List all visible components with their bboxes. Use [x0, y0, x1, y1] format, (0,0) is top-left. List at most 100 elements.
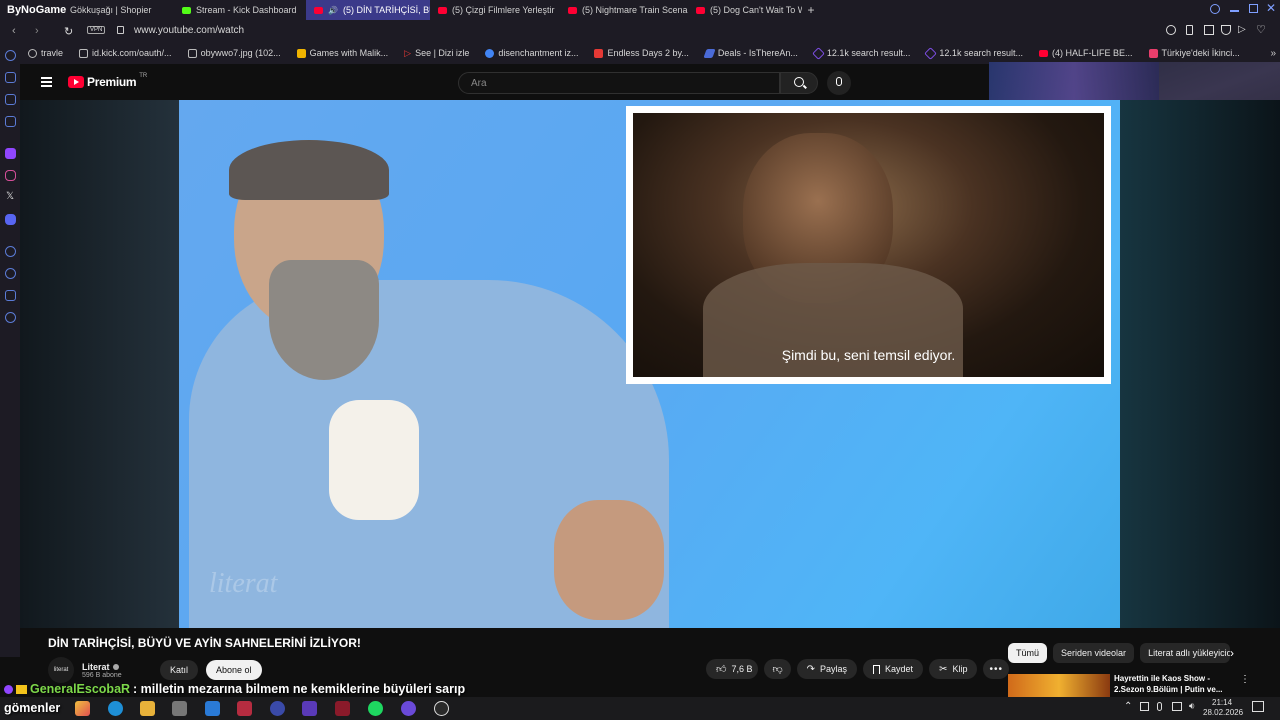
tray-icon-1[interactable]: [1140, 702, 1149, 711]
twitch-icon[interactable]: [5, 148, 16, 159]
chips-next-icon[interactable]: ›: [1230, 646, 1234, 660]
reload-icon[interactable]: ↻: [64, 25, 73, 38]
sidebar-icon-3[interactable]: [5, 94, 16, 105]
bookmark-label: 12.1k search result...: [939, 48, 1023, 58]
new-tab-button[interactable]: +: [802, 3, 820, 17]
video-title: DİN TARİHÇİSİ, BÜYÜ VE AYİN SAHNELERİNİ …: [48, 636, 361, 650]
recommendation-menu-icon[interactable]: ⋮: [1240, 674, 1250, 685]
video-frame: literat Şimdi bu, seni temsil ediyor.: [179, 100, 1120, 628]
save-button[interactable]: Kaydet: [863, 659, 924, 679]
zoom-icon[interactable]: [1166, 25, 1176, 35]
bookmark-games-malik[interactable]: Games with Malik...: [289, 48, 397, 58]
mic-tray-icon[interactable]: [1157, 702, 1162, 711]
shield-icon[interactable]: [1221, 25, 1231, 35]
bookmark-half-life[interactable]: (4) HALF-LIFE BE...: [1031, 48, 1141, 58]
save-label: Kaydet: [885, 664, 914, 674]
bookmark-travle[interactable]: travle: [20, 48, 71, 58]
history-icon[interactable]: [5, 268, 16, 279]
youtube-icon: [1038, 49, 1048, 57]
minimize-button[interactable]: [1230, 10, 1239, 12]
video-player[interactable]: literat Şimdi bu, seni temsil ediyor.: [20, 100, 1280, 628]
volume-icon[interactable]: 🔉︎: [1189, 701, 1195, 712]
close-window-button[interactable]: ✕: [1266, 1, 1276, 15]
chip-uploader[interactable]: Literat adlı yükleyicid: [1140, 643, 1231, 663]
bookmark-dizi-izle[interactable]: ▷ See | Dizi izle: [396, 48, 477, 59]
thumbs-down-icon: 👎︎: [772, 664, 783, 675]
bookmark-disenchantment[interactable]: disenchantment iz...: [477, 48, 586, 58]
subscribe-button[interactable]: Abone ol: [206, 660, 262, 680]
clock-date[interactable]: 28.02.2026: [1203, 708, 1243, 717]
chip-all[interactable]: Tümü: [1008, 643, 1048, 663]
recommendation-chips: Tümü Seriden videolar Literat adlı yükle…: [1008, 643, 1231, 663]
like-button[interactable]: 👍︎ 7,6 B: [706, 659, 759, 679]
browser-sidebar: 𝕏: [0, 42, 20, 657]
video-actions: 👍︎ 7,6 B 👎︎ ↷ Paylaş Kaydet ✂ Klip •••: [706, 659, 1009, 679]
youtube-icon: [314, 6, 323, 14]
notification-icon[interactable]: [1252, 701, 1264, 712]
feather-icon: [703, 48, 716, 58]
tray-chevron-icon[interactable]: ⌃: [1124, 701, 1132, 712]
heart-icon[interactable]: ♡: [1256, 23, 1266, 36]
tab-youtube-nightmare-train[interactable]: (5) Nightmare Train Scena: [560, 0, 688, 20]
search-button[interactable]: [780, 72, 818, 94]
menu-icon[interactable]: [41, 77, 52, 87]
bookmark-search-results-1[interactable]: 12.1k search result...: [806, 46, 919, 60]
download-icon[interactable]: ▷: [1238, 24, 1246, 35]
search-input[interactable]: Ara: [458, 72, 780, 94]
bookmark-kick-oauth[interactable]: id.kick.com/oauth/...: [71, 48, 180, 58]
discord-icon[interactable]: [5, 214, 16, 225]
bookmark-search-results-2[interactable]: 12.1k search result...: [918, 46, 1031, 60]
tab-label: (5) DİN TARİHÇİSİ, BÜ: [342, 5, 430, 15]
vpn-badge[interactable]: VPN: [87, 26, 106, 34]
clock-time[interactable]: 21:14: [1212, 698, 1232, 707]
tab-youtube-cartoons[interactable]: (5) Çizgi Filmlere Yerleştir: [430, 0, 560, 20]
recommendation-item[interactable]: Hayrettin ile Kaos Show - 2.Sezon 9.Bölü…: [1008, 674, 1270, 697]
tab-youtube-dog[interactable]: (5) Dog Can't Wait To Wak: [688, 0, 802, 20]
bookmark-turkiye[interactable]: Türkiye'deki İkinci...: [1141, 48, 1248, 58]
tab-shopier[interactable]: Gökkuşağı | Shopier: [70, 0, 174, 20]
instagram-icon[interactable]: [5, 170, 16, 181]
chip-series[interactable]: Seriden videolar: [1053, 643, 1135, 663]
bookmark-label: travle: [41, 48, 64, 58]
bookmark-image[interactable]: obywwo7.jpg (102...: [180, 48, 289, 58]
back-icon[interactable]: ‹: [12, 25, 16, 37]
sidebar-icon-2[interactable]: [5, 72, 16, 83]
dislike-button[interactable]: 👎︎: [764, 659, 791, 679]
video-subtitle: Şimdi bu, seni temsil ediyor.: [781, 347, 956, 363]
pin-icon[interactable]: [1186, 25, 1193, 35]
bookmarks-overflow-icon[interactable]: »: [1270, 48, 1276, 59]
triangle-icon: [924, 46, 938, 60]
screenshot-icon[interactable]: [1204, 25, 1214, 35]
browser-search-icon[interactable]: [1210, 4, 1220, 14]
sidebar-icon-9[interactable]: [5, 246, 16, 257]
x-icon[interactable]: 𝕏: [6, 191, 14, 202]
more-icon: •••: [989, 663, 1003, 675]
join-button[interactable]: Katıl: [160, 660, 199, 680]
youtube-logo[interactable]: Premium TR: [68, 73, 147, 89]
badge-icon: [4, 685, 13, 694]
speaker-icon: 🔊: [328, 5, 338, 15]
url-field[interactable]: www.youtube.com/watch: [134, 25, 244, 36]
channel-name[interactable]: Literat: [82, 662, 152, 672]
more-actions-button[interactable]: •••: [983, 659, 1009, 679]
sidebar-icon-4[interactable]: [5, 116, 16, 127]
sidebar-icon-11[interactable]: [5, 290, 16, 301]
bookmark-endless-days[interactable]: Endless Days 2 by...: [586, 48, 696, 58]
clip-button[interactable]: ✂ Klip: [929, 659, 978, 679]
voice-search-button[interactable]: [827, 71, 851, 95]
forward-icon[interactable]: ›: [35, 25, 39, 37]
sidebar-icon-1[interactable]: [5, 50, 16, 61]
tab-kick-dashboard[interactable]: Stream - Kick Dashboard: [174, 0, 306, 20]
play-icon: ▷: [404, 47, 412, 58]
share-button[interactable]: ↷ Paylaş: [796, 659, 858, 679]
crown-icon: [16, 685, 27, 694]
bookmark-deals[interactable]: Deals - IsThereAn...: [697, 48, 806, 58]
youtube-icon: [568, 6, 577, 14]
settings-icon[interactable]: [5, 312, 16, 323]
tab-youtube-active[interactable]: 🔊 (5) DİN TARİHÇİSİ, BÜ: [306, 0, 430, 20]
maximize-button[interactable]: [1249, 4, 1258, 13]
youtube-icon: [696, 6, 705, 14]
network-icon[interactable]: [1172, 702, 1182, 711]
bookmark-label: (4) HALF-LIFE BE...: [1051, 48, 1133, 58]
site-icon: [1148, 48, 1158, 58]
